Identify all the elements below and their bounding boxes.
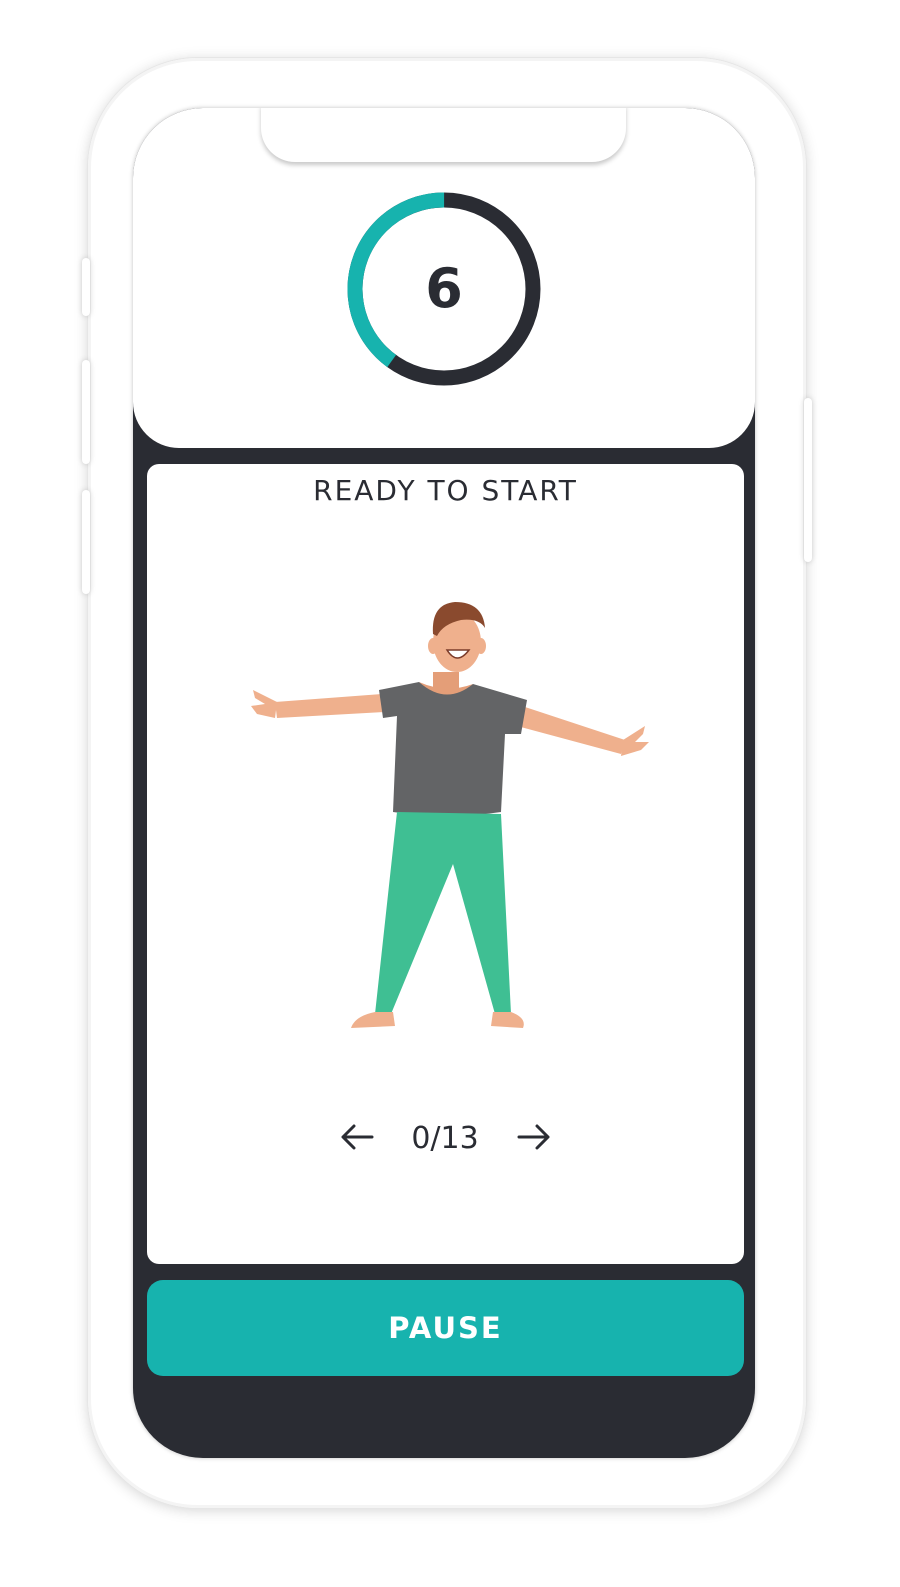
app-screen: 6 READY TO START 0/13 PAUSE bbox=[133, 108, 755, 1458]
pause-button[interactable]: PAUSE bbox=[147, 1280, 744, 1376]
man-arms-outstretched-illustration bbox=[251, 602, 649, 1028]
timer-header: 6 bbox=[133, 108, 755, 448]
side-button-silent bbox=[82, 258, 90, 316]
timer-value: 6 bbox=[425, 257, 463, 320]
side-button-power bbox=[804, 398, 812, 562]
side-button-volume-up bbox=[82, 360, 90, 464]
countdown-timer: 6 bbox=[345, 190, 543, 388]
exercise-card: READY TO START 0/13 bbox=[147, 464, 744, 1264]
arrow-left-icon[interactable] bbox=[340, 1122, 374, 1152]
phone-notch bbox=[261, 108, 626, 162]
exercise-pager: 0/13 bbox=[147, 1114, 744, 1164]
side-button-volume-down bbox=[82, 490, 90, 594]
exercise-title: READY TO START bbox=[313, 474, 578, 507]
arrow-right-icon[interactable] bbox=[517, 1122, 551, 1152]
exercise-counter: 0/13 bbox=[411, 1121, 479, 1156]
